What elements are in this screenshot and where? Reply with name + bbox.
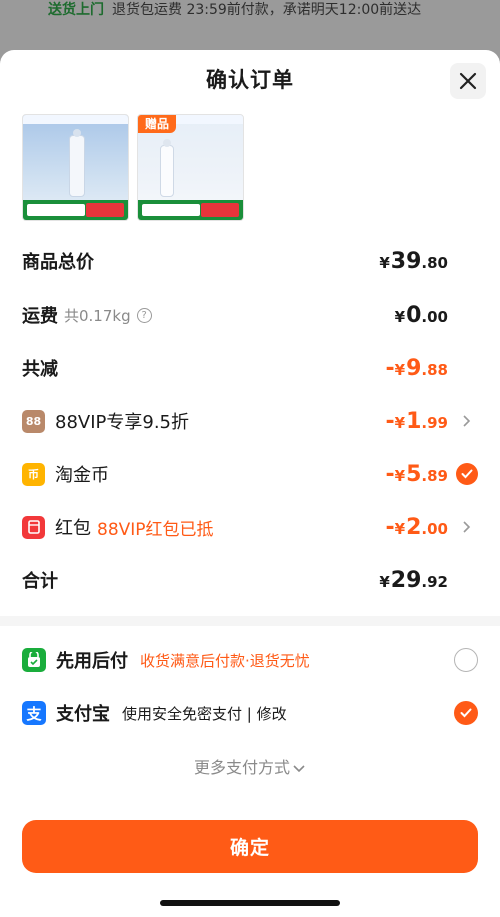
product-thumb-1[interactable] bbox=[22, 114, 129, 221]
alipay-radio[interactable] bbox=[454, 701, 478, 725]
coin-label: 淘金币 bbox=[55, 465, 109, 486]
total-discount-amount: - ¥9.88 bbox=[385, 355, 448, 381]
help-icon[interactable]: ? bbox=[136, 307, 152, 323]
close-button[interactable] bbox=[450, 63, 486, 99]
alipay-icon: 支 bbox=[22, 701, 46, 725]
chevron-right-icon bbox=[456, 410, 478, 432]
alipay-desc[interactable]: 使用安全免密支付 | 修改 bbox=[122, 703, 287, 724]
delivery-text: 退货包运费 23:59前付款，承诺明天12:00前送达 bbox=[112, 2, 422, 18]
gift-badge: 赠品 bbox=[138, 115, 176, 133]
shipping-row: 运费 共0.17kg ? ¥0.00 bbox=[22, 300, 478, 330]
shipping-label: 运费 bbox=[22, 306, 58, 327]
more-payment-methods[interactable]: 更多支付方式 bbox=[0, 754, 500, 778]
total-discount-label: 共减 bbox=[22, 359, 58, 380]
vip-discount-row[interactable]: 88 88VIP专享9.5折 - ¥1.99 bbox=[22, 406, 478, 436]
total-row: 合计 ¥29.92 bbox=[22, 565, 478, 595]
pay-later-name: 先用后付 bbox=[56, 651, 128, 672]
redpacket-note: 88VIP红包已抵 bbox=[97, 519, 214, 540]
order-confirm-sheet: 确认订单 赠品 商品总价 ¥39.80 运费 共0.17kg ? ¥0.00 共… bbox=[0, 50, 500, 917]
total-discount-row: 共减 - ¥9.88 bbox=[22, 353, 478, 383]
pay-later-radio[interactable] bbox=[454, 648, 478, 672]
taojinbi-icon: 币 bbox=[22, 462, 45, 486]
check-icon bbox=[460, 708, 472, 718]
shipping-amount: ¥0.00 bbox=[394, 302, 448, 328]
product-thumb-2[interactable]: 赠品 bbox=[137, 114, 244, 221]
subtotal-row: 商品总价 ¥39.80 bbox=[22, 246, 478, 276]
close-icon bbox=[459, 72, 477, 90]
redpacket-amount: - ¥2.00 bbox=[385, 514, 448, 540]
more-payment-label: 更多支付方式 bbox=[193, 758, 290, 777]
vip-88-icon: 88 bbox=[22, 409, 45, 433]
home-indicator bbox=[160, 900, 340, 906]
vip-discount-label: 88VIP专享9.5折 bbox=[55, 412, 190, 433]
subtotal-amount: ¥39.80 bbox=[379, 248, 448, 274]
coin-discount-amount: - ¥5.89 bbox=[385, 461, 448, 487]
sheet-title: 确认订单 bbox=[206, 68, 294, 92]
delivery-highlight: 送货上门 bbox=[48, 2, 104, 18]
subtotal-label: 商品总价 bbox=[22, 252, 94, 273]
shipping-weight: 共0.17kg bbox=[64, 306, 131, 325]
alipay-option[interactable]: 支 支付宝 使用安全免密支付 | 修改 bbox=[22, 698, 478, 728]
delivery-info: 送货上门 退货包运费 23:59前付款，承诺明天12:00前送达 bbox=[48, 0, 500, 20]
redpacket-label: 红包 bbox=[55, 518, 91, 539]
redpacket-icon bbox=[22, 515, 45, 539]
pay-later-desc: 收货满意后付款·退货无忧 bbox=[140, 651, 310, 670]
vip-discount-amount: - ¥1.99 bbox=[385, 408, 448, 434]
confirm-button[interactable]: 确定 bbox=[22, 820, 478, 873]
product-thumbnails: 赠品 bbox=[22, 114, 244, 221]
chevron-right-icon bbox=[456, 516, 478, 538]
coin-checkbox[interactable] bbox=[456, 463, 478, 485]
pay-later-icon bbox=[22, 648, 46, 672]
total-label: 合计 bbox=[22, 571, 58, 592]
check-icon bbox=[456, 463, 478, 485]
section-divider bbox=[0, 616, 500, 626]
chevron-down-icon bbox=[292, 759, 306, 778]
pay-later-option[interactable]: 先用后付 收货满意后付款·退货无忧 bbox=[22, 645, 478, 675]
alipay-name: 支付宝 bbox=[56, 704, 110, 725]
total-amount: ¥29.92 bbox=[379, 567, 448, 593]
redpacket-row[interactable]: 红包 88VIP红包已抵 - ¥2.00 bbox=[22, 512, 478, 542]
coin-discount-row[interactable]: 币 淘金币 - ¥5.89 bbox=[22, 459, 478, 489]
